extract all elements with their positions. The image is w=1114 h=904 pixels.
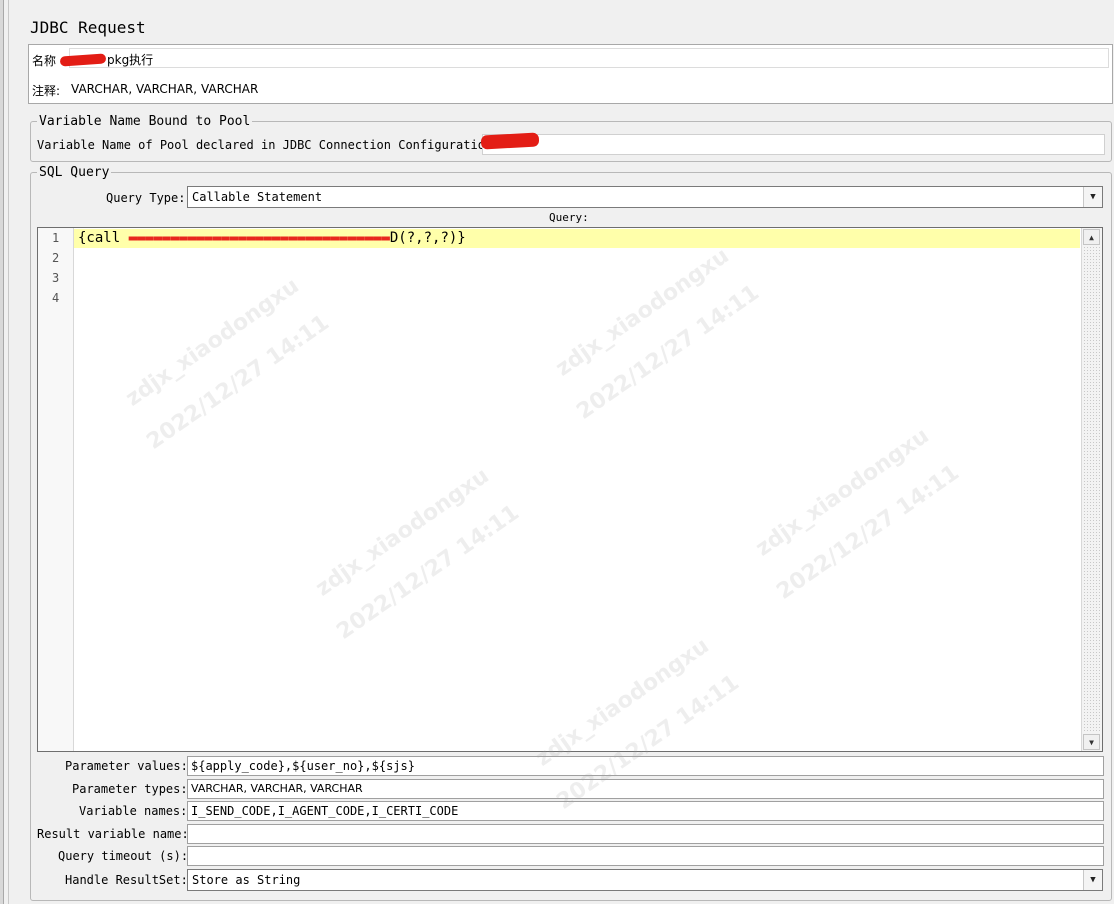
pool-group-legend: Variable Name Bound to Pool — [39, 114, 251, 129]
chevron-down-icon[interactable]: ▼ — [1083, 870, 1102, 890]
chevron-down-icon[interactable]: ▼ — [1083, 187, 1102, 207]
editor-vertical-scrollbar[interactable]: ▲ ▼ — [1081, 228, 1102, 751]
parameter-values-input[interactable]: ${apply_code},${user_no},${sjs} — [187, 756, 1104, 776]
scrollbar-track[interactable] — [1083, 246, 1100, 733]
scroll-down-icon[interactable]: ▼ — [1083, 734, 1100, 750]
name-value: pkg执行 — [107, 53, 154, 67]
query-type-value: Callable Statement — [192, 190, 323, 204]
comment-value[interactable]: VARCHAR, VARCHAR, VARCHAR — [71, 82, 258, 96]
redacted-procedure-name: ▬▬▬▬▬▬▬▬▬▬▬▬▬▬▬▬▬▬▬▬▬▬▬▬▬▬▬▬▬▬▬ — [128, 230, 390, 246]
sql-query-legend: SQL Query — [39, 165, 110, 180]
comment-label: 注释: — [32, 84, 61, 98]
query-timeout-input[interactable] — [187, 846, 1104, 866]
query-label: Query: — [549, 211, 589, 224]
parameter-types-input[interactable]: VARCHAR, VARCHAR, VARCHAR — [187, 779, 1104, 799]
scroll-up-icon[interactable]: ▲ — [1083, 229, 1100, 245]
left-panel-border — [0, 0, 4, 904]
result-variable-label: Result variable name: — [37, 827, 189, 841]
line-number: 1 — [52, 231, 60, 245]
handle-resultset-select[interactable]: Store as String ▼ — [187, 869, 1103, 891]
line-number: 4 — [52, 291, 60, 305]
line-number-gutter: 1 2 3 4 — [38, 228, 74, 751]
handle-resultset-label: Handle ResultSet: — [65, 873, 188, 887]
variable-names-input[interactable]: I_SEND_CODE,I_AGENT_CODE,I_CERTI_CODE — [187, 801, 1104, 821]
parameter-types-label: Parameter types: — [72, 782, 188, 796]
variable-names-label: Variable names: — [79, 804, 188, 818]
name-comment-box: 名称 pkg执行 注释: VARCHAR, VARCHAR, VARCHAR — [28, 44, 1113, 104]
parameter-values-label: Parameter values: — [65, 759, 188, 773]
handle-resultset-value: Store as String — [192, 873, 301, 887]
pool-input[interactable] — [482, 134, 1105, 155]
left-panel-divider[interactable] — [8, 0, 9, 904]
result-variable-input[interactable] — [187, 824, 1104, 844]
name-field[interactable]: pkg执行 — [69, 48, 1109, 68]
query-type-select[interactable]: Callable Statement ▼ — [187, 186, 1103, 208]
code-call-keyword: {call — [78, 230, 129, 246]
line-number: 2 — [52, 251, 60, 265]
query-timeout-label: Query timeout (s): — [58, 849, 189, 863]
code-line-1[interactable]: {call ▬▬▬▬▬▬▬▬▬▬▬▬▬▬▬▬▬▬▬▬▬▬▬▬▬▬▬▬▬▬▬D(?… — [78, 230, 466, 246]
code-call-args: D(?,?,?)} — [389, 230, 466, 246]
sql-editor[interactable]: 1 2 3 4 {call ▬▬▬▬▬▬▬▬▬▬▬▬▬▬▬▬▬▬▬▬▬▬▬▬▬▬… — [37, 227, 1103, 752]
pool-label: Variable Name of Pool declared in JDBC C… — [37, 138, 500, 152]
name-label: 名称 — [32, 54, 57, 68]
query-type-label: Query Type: — [106, 191, 186, 205]
line-number: 3 — [52, 271, 60, 285]
page-title: JDBC Request — [30, 18, 146, 37]
